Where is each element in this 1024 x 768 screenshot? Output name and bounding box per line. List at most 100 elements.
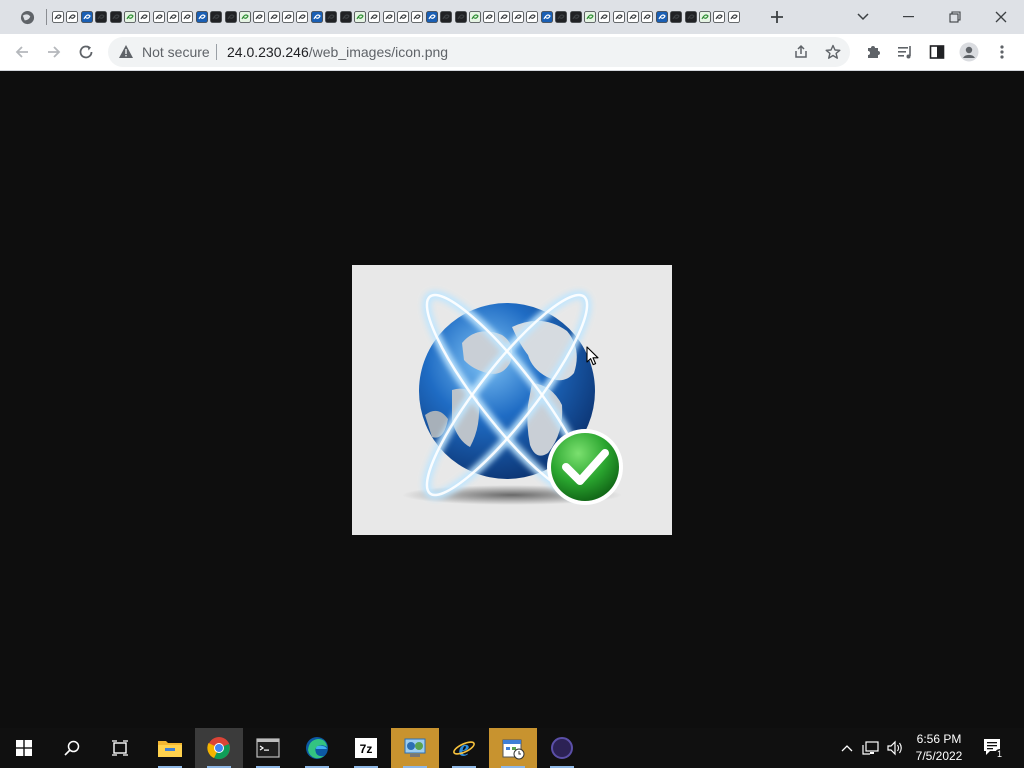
pinned-tab[interactable]	[50, 9, 65, 25]
pinned-tab[interactable]	[524, 9, 539, 25]
pinned-tab[interactable]	[568, 9, 583, 25]
pinned-tab[interactable]	[510, 9, 525, 25]
pinned-tab[interactable]	[266, 9, 281, 25]
pinned-tab[interactable]	[496, 9, 511, 25]
tab-favicon-icon	[640, 11, 653, 23]
pinned-tab[interactable]	[179, 9, 194, 25]
folder-icon	[158, 741, 182, 757]
media-control-icon[interactable]	[890, 37, 920, 67]
action-center-button[interactable]: 1	[980, 736, 1006, 760]
pinned-tab[interactable]	[79, 9, 94, 25]
pinned-tab[interactable]	[668, 9, 683, 25]
tab-favicon-icon	[281, 11, 294, 23]
active-tab[interactable]	[0, 0, 46, 34]
profile-avatar-icon[interactable]	[954, 37, 984, 67]
taskbar-chrome[interactable]	[195, 728, 243, 768]
pinned-tab[interactable]	[352, 9, 367, 25]
share-icon[interactable]	[791, 42, 811, 62]
taskbar-file-explorer[interactable]	[146, 728, 194, 768]
tab-search-button[interactable]	[850, 5, 876, 29]
taskbar-command-prompt[interactable]	[244, 728, 292, 768]
windows-logo-icon	[16, 740, 32, 756]
start-button[interactable]	[0, 728, 48, 768]
volume-tray-icon[interactable]	[885, 738, 905, 758]
network-tray-icon[interactable]	[861, 738, 881, 758]
pinned-tab[interactable]	[611, 9, 626, 25]
pinned-tab[interactable]	[726, 9, 741, 25]
pinned-tab[interactable]	[208, 9, 223, 25]
task-view-button[interactable]	[96, 728, 144, 768]
tab-favicon-icon	[123, 11, 136, 23]
pinned-tab[interactable]	[309, 9, 324, 25]
taskbar-clock[interactable]: 6:56 PM 7/5/2022	[912, 731, 966, 765]
pinned-tab[interactable]	[280, 9, 295, 25]
pinned-tab[interactable]	[467, 9, 482, 25]
arrow-right-icon	[48, 46, 61, 58]
pinned-tab[interactable]	[424, 9, 439, 25]
pinned-tab[interactable]	[223, 9, 238, 25]
chevron-down-icon	[857, 13, 869, 21]
tab-favicon-icon	[166, 11, 179, 23]
taskbar-eclipse[interactable]	[538, 728, 586, 768]
pinned-tab[interactable]	[136, 9, 151, 25]
pinned-tab[interactable]	[697, 9, 712, 25]
warning-triangle-icon[interactable]	[118, 44, 134, 64]
pinned-tab[interactable]	[409, 9, 424, 25]
pinned-tab[interactable]	[294, 9, 309, 25]
bookmark-star-icon[interactable]	[823, 42, 843, 62]
show-hidden-icons-button[interactable]	[837, 738, 857, 758]
pinned-tab[interactable]	[93, 9, 108, 25]
pinned-tab[interactable]	[381, 9, 396, 25]
taskbar-task-scheduler[interactable]	[489, 728, 537, 768]
tab-favicon-icon	[597, 11, 610, 23]
taskbar-network-tool[interactable]	[391, 728, 439, 768]
search-button[interactable]	[48, 728, 96, 768]
pinned-tab[interactable]	[539, 9, 554, 25]
minimize-button[interactable]	[896, 5, 922, 29]
tab-favicon-icon	[712, 11, 725, 23]
reload-button[interactable]	[71, 37, 101, 67]
taskbar-7zip[interactable]: 7z	[342, 728, 390, 768]
pinned-tab[interactable]	[165, 9, 180, 25]
chrome-menu-button[interactable]	[987, 37, 1017, 67]
security-status-label[interactable]: Not secure	[142, 44, 210, 60]
pinned-tab[interactable]	[683, 9, 698, 25]
pinned-tab[interactable]	[438, 9, 453, 25]
extensions-puzzle-icon[interactable]	[858, 37, 888, 67]
taskbar-edge[interactable]	[293, 728, 341, 768]
pinned-tab[interactable]	[481, 9, 496, 25]
pinned-tab[interactable]	[639, 9, 654, 25]
displayed-image[interactable]	[352, 265, 672, 535]
pinned-tab[interactable]	[395, 9, 410, 25]
restore-button[interactable]	[942, 5, 968, 29]
pinned-tab[interactable]	[596, 9, 611, 25]
pinned-tab[interactable]	[338, 9, 353, 25]
pinned-tab[interactable]	[711, 9, 726, 25]
pinned-tab[interactable]	[323, 9, 338, 25]
pinned-tab[interactable]	[64, 9, 79, 25]
taskbar-internet-explorer[interactable]: e	[440, 728, 488, 768]
pinned-tab[interactable]	[366, 9, 381, 25]
pinned-tab[interactable]	[553, 9, 568, 25]
tab-favicon-icon	[525, 11, 538, 23]
pinned-tab[interactable]	[122, 9, 137, 25]
pinned-tab[interactable]	[237, 9, 252, 25]
tab-favicon-icon	[137, 11, 150, 23]
pinned-tab[interactable]	[654, 9, 669, 25]
url-text[interactable]: 24.0.230.246/web_images/icon.png	[227, 44, 448, 60]
close-window-button[interactable]	[988, 5, 1014, 29]
pinned-tab[interactable]	[151, 9, 166, 25]
tab-favicon-icon	[51, 11, 64, 23]
pinned-tab[interactable]	[251, 9, 266, 25]
back-button[interactable]	[7, 37, 37, 67]
pinned-tab[interactable]	[453, 9, 468, 25]
pinned-tab[interactable]	[582, 9, 597, 25]
pinned-tab[interactable]	[194, 9, 209, 25]
address-bar[interactable]: Not secure 24.0.230.246/web_images/icon.…	[108, 37, 850, 67]
new-tab-button[interactable]	[764, 5, 790, 29]
chevron-up-icon	[841, 745, 853, 752]
pinned-tab[interactable]	[108, 9, 123, 25]
pinned-tab[interactable]	[625, 9, 640, 25]
side-panel-icon[interactable]	[922, 37, 952, 67]
forward-button[interactable]	[39, 37, 69, 67]
